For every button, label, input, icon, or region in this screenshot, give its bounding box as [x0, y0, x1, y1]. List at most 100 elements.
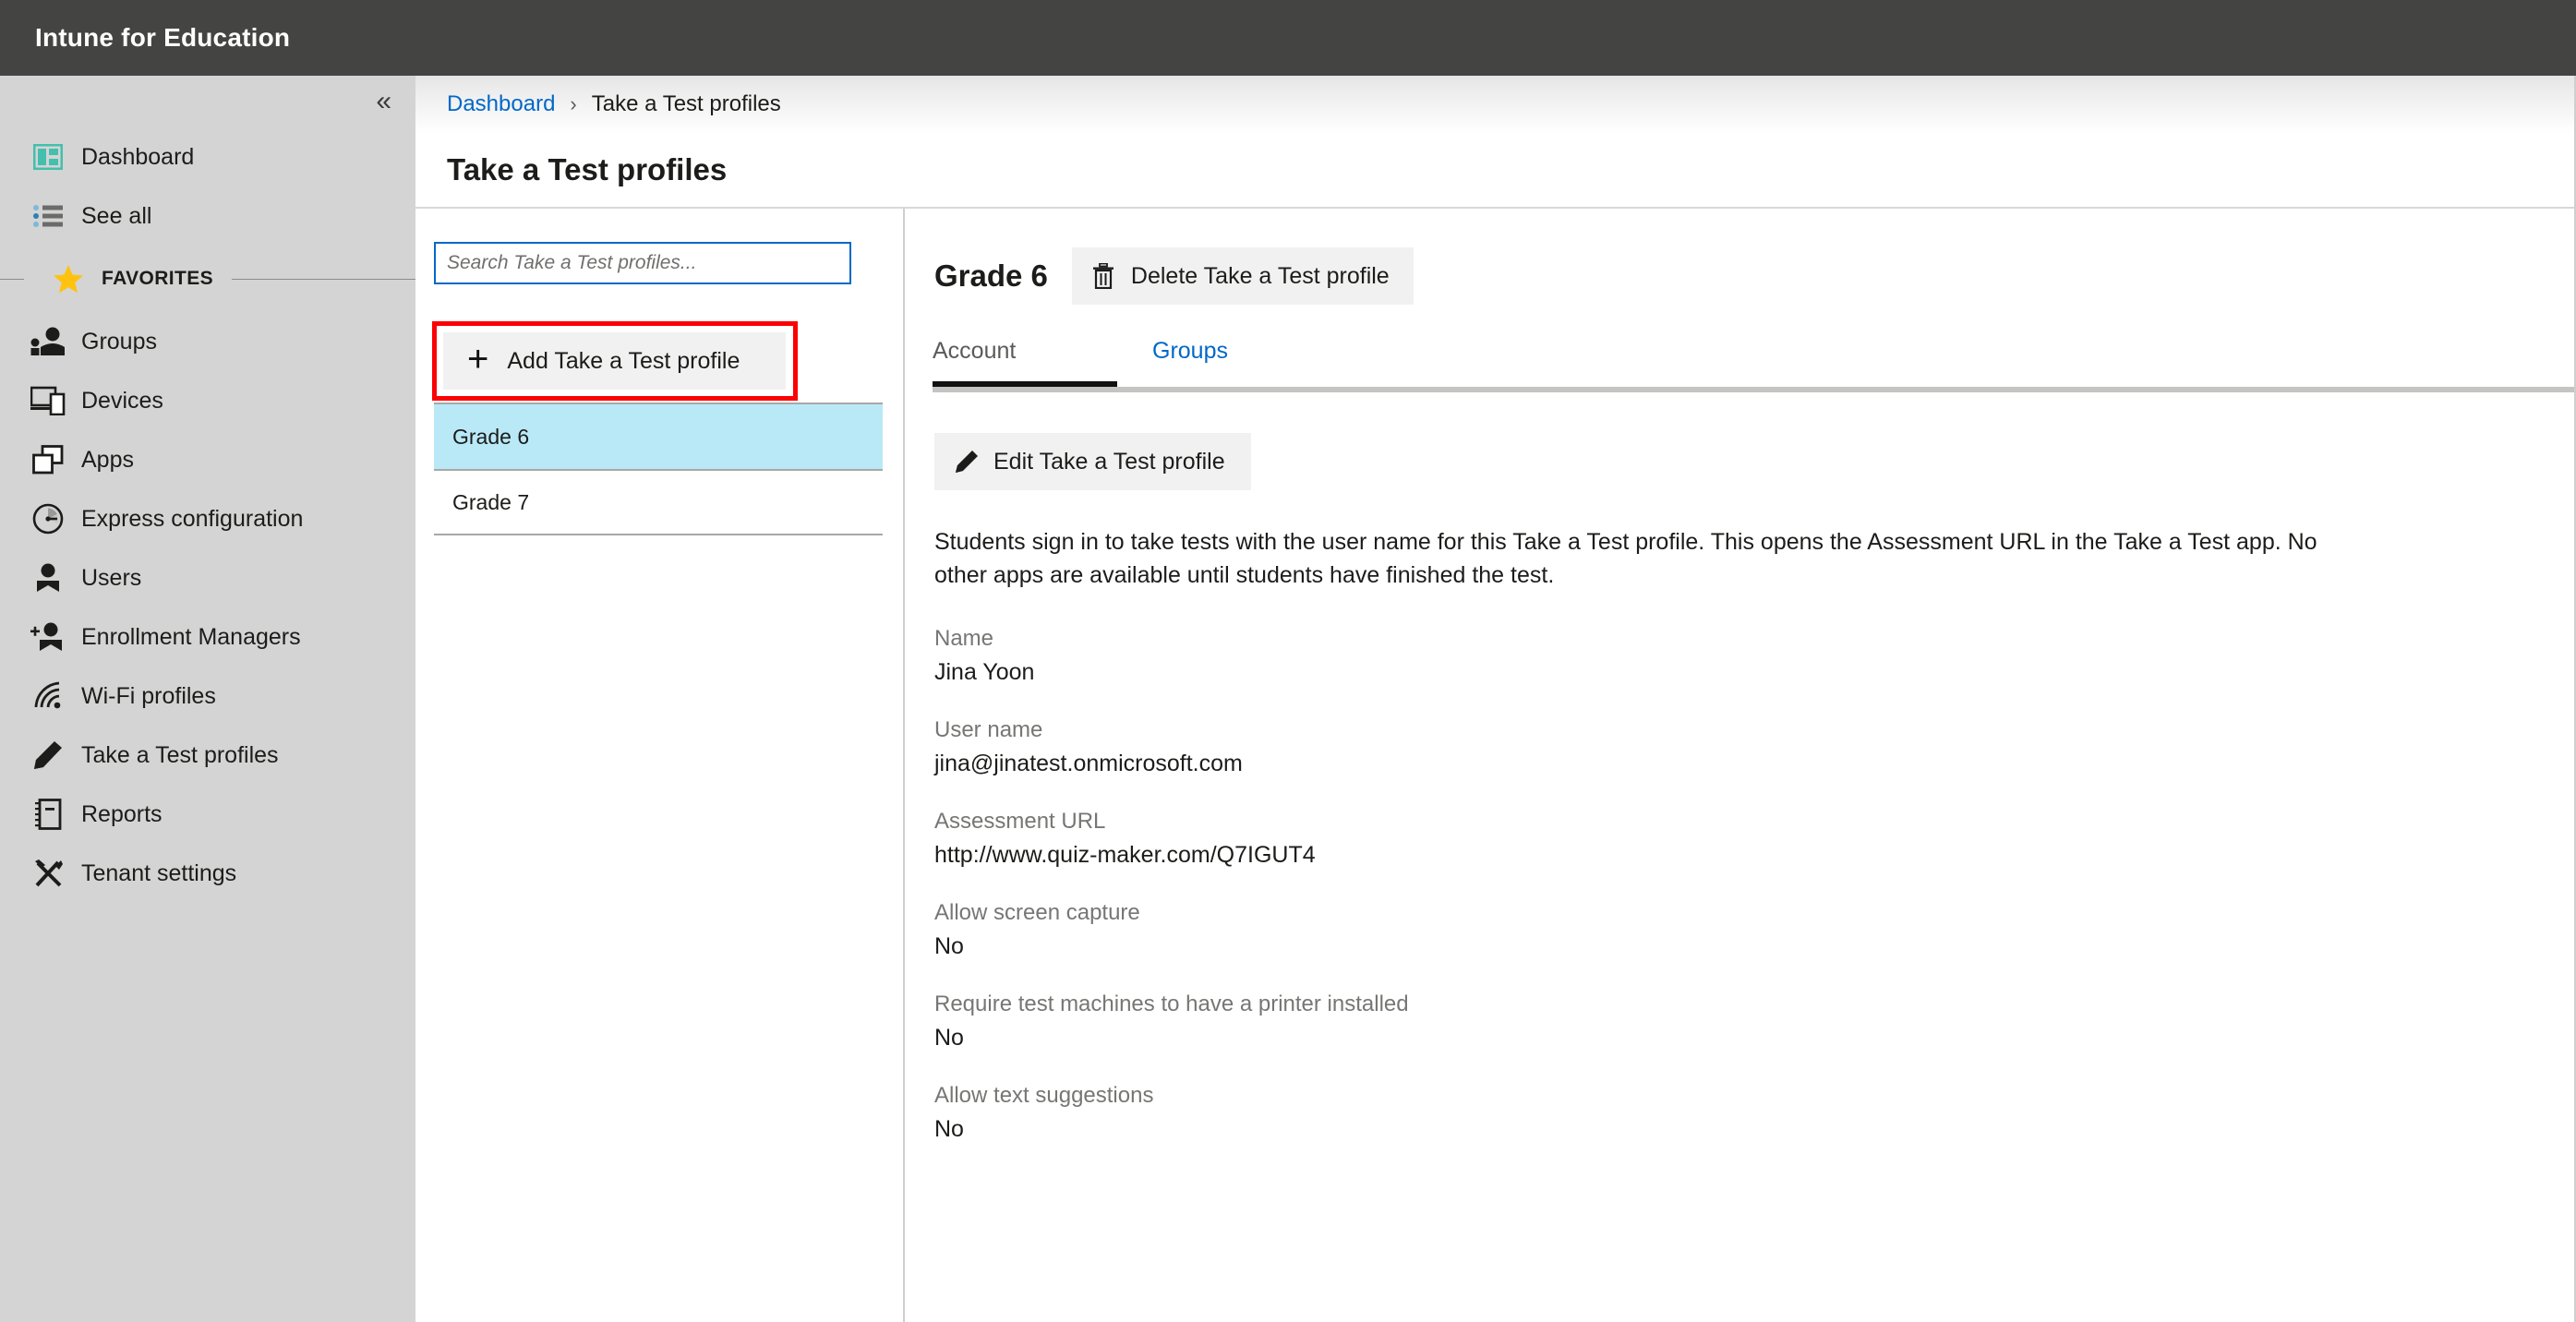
app-title: Intune for Education: [35, 23, 291, 52]
sidebar-item-groups[interactable]: Groups: [0, 312, 415, 371]
delete-button-label: Delete Take a Test profile: [1130, 262, 1390, 289]
detail-description: Students sign in to take tests with the …: [934, 529, 2317, 589]
detail-header: Grade 6 Delete Take a Test profile: [905, 209, 2574, 305]
list-item[interactable]: Grade 7: [434, 469, 883, 535]
user-icon: [28, 559, 68, 596]
profiles-list-pane: + Add Take a Test profile Grade 6 Grade …: [415, 209, 905, 1322]
sidebar-item-wifi-profiles[interactable]: Wi-Fi profiles: [0, 667, 415, 726]
sidebar-item-label: Express configuration: [81, 505, 304, 532]
list-icon: [28, 198, 68, 234]
field-value: No: [934, 1115, 964, 1142]
field-name: Name Jina Yoon: [934, 626, 2574, 686]
sidebar: « Dashboard See all FAVORITES Groups Dev…: [0, 76, 415, 1322]
list-item[interactable]: Grade 6: [434, 403, 883, 469]
app-shell: « Dashboard See all FAVORITES Groups Dev…: [0, 76, 2576, 1322]
apps-icon: [28, 441, 68, 478]
groups-icon: [28, 323, 68, 360]
detail-title: Grade 6: [934, 258, 1048, 293]
sidebar-item-label: Apps: [81, 446, 134, 473]
field-value: No: [934, 932, 964, 959]
add-button-label: Add Take a Test profile: [507, 347, 740, 374]
detail-fields: Name Jina Yoon User name jina@jinatest.o…: [934, 626, 2574, 1143]
sidebar-item-label: Groups: [81, 328, 157, 355]
detail-tabs: Account Groups: [933, 338, 2574, 387]
profile-detail-pane: Grade 6 Delete Take a Test profile Accou…: [905, 209, 2574, 1322]
pencil-icon: [28, 737, 68, 774]
sidebar-item-label: Dashboard: [81, 143, 195, 170]
field-allow-text-suggestions: Allow text suggestions No: [934, 1083, 2574, 1143]
sidebar-item-label: Tenant settings: [81, 859, 237, 886]
breadcrumb-current: Take a Test profiles: [591, 91, 781, 116]
field-label: User name: [934, 716, 1043, 742]
field-value: No: [934, 1024, 964, 1051]
field-allow-screen-capture: Allow screen capture No: [934, 900, 2574, 960]
breadcrumb: Dashboard › Take a Test profiles: [415, 76, 2574, 133]
field-label: Assessment URL: [934, 808, 1106, 834]
tab-label: Account: [933, 338, 1017, 364]
report-icon: [28, 796, 68, 833]
edit-button-label: Edit Take a Test profile: [993, 448, 1225, 475]
sidebar-item-label: Enrollment Managers: [81, 623, 301, 650]
tools-icon: [28, 855, 68, 892]
profile-name: Grade 7: [452, 489, 530, 514]
field-assessment-url: Assessment URL http://www.quiz-maker.com…: [934, 809, 2574, 869]
main-content: Dashboard › Take a Test profiles Take a …: [415, 76, 2576, 1322]
add-profile-highlight: + Add Take a Test profile: [432, 321, 798, 401]
breadcrumb-link-dashboard[interactable]: Dashboard: [447, 91, 555, 117]
sidebar-item-express-configuration[interactable]: Express configuration: [0, 489, 415, 548]
field-value: http://www.quiz-maker.com/Q7IGUT4: [934, 841, 1316, 868]
field-user-name: User name jina@jinatest.onmicrosoft.com: [934, 717, 2574, 777]
profile-name: Grade 6: [452, 424, 530, 449]
detail-body: Edit Take a Test profile Students sign i…: [905, 392, 2574, 1174]
sidebar-item-tenant-settings[interactable]: Tenant settings: [0, 844, 415, 903]
field-label: Allow text suggestions: [934, 1082, 1154, 1108]
tab-account[interactable]: Account: [933, 338, 1117, 387]
sidebar-item-label: Take a Test profiles: [81, 741, 279, 768]
sidebar-item-label: Devices: [81, 387, 163, 414]
field-label: Require test machines to have a printer …: [934, 991, 1409, 1016]
dashboard-icon: [28, 138, 68, 175]
chevron-double-left-icon[interactable]: «: [376, 88, 391, 115]
sidebar-item-dashboard[interactable]: Dashboard: [0, 127, 415, 186]
sidebar-item-users[interactable]: Users: [0, 548, 415, 607]
tab-label: Groups: [1152, 338, 1228, 364]
sidebar-item-label: Wi-Fi profiles: [81, 682, 216, 709]
add-take-a-test-profile-button[interactable]: + Add Take a Test profile: [443, 332, 786, 390]
wifi-icon: [28, 678, 68, 715]
profiles-list: Grade 6 Grade 7: [434, 403, 883, 535]
breadcrumb-separator-icon: ›: [570, 92, 577, 115]
field-require-printer: Require test machines to have a printer …: [934, 992, 2574, 1052]
sidebar-item-devices[interactable]: Devices: [0, 371, 415, 430]
field-value: jina@jinatest.onmicrosoft.com: [934, 750, 1243, 776]
search-box[interactable]: [434, 242, 851, 284]
page-title: Take a Test profiles: [447, 152, 728, 186]
sidebar-item-apps[interactable]: Apps: [0, 430, 415, 489]
devices-icon: [28, 382, 68, 419]
sidebar-item-take-a-test-profiles[interactable]: Take a Test profiles: [0, 726, 415, 785]
star-icon: [48, 264, 89, 294]
page-title-bar: Take a Test profiles: [415, 133, 2574, 209]
sidebar-item-label: Users: [81, 564, 142, 591]
app-header: Intune for Education: [0, 0, 2576, 76]
sidebar-item-reports[interactable]: Reports: [0, 785, 415, 844]
field-value: Jina Yoon: [934, 658, 1035, 685]
search-input[interactable]: [447, 252, 838, 274]
edit-take-a-test-profile-button[interactable]: Edit Take a Test profile: [934, 433, 1251, 490]
gauge-icon: [28, 500, 68, 537]
field-label: Name: [934, 625, 994, 651]
sidebar-item-label: See all: [81, 202, 152, 229]
sidebar-item-see-all[interactable]: See all: [0, 186, 415, 246]
plus-icon: +: [467, 339, 489, 379]
sidebar-collapse-row: «: [0, 76, 415, 127]
divider-line-right: [232, 278, 415, 280]
favorites-divider: FAVORITES: [0, 251, 415, 306]
sidebar-item-enrollment-managers[interactable]: Enrollment Managers: [0, 607, 415, 667]
divider-line-left: [0, 278, 24, 280]
delete-take-a-test-profile-button[interactable]: Delete Take a Test profile: [1071, 247, 1414, 305]
trash-icon: [1092, 263, 1114, 289]
sidebar-item-label: Reports: [81, 800, 163, 827]
tab-groups[interactable]: Groups: [1152, 338, 1337, 387]
panes: + Add Take a Test profile Grade 6 Grade …: [415, 209, 2574, 1322]
field-label: Allow screen capture: [934, 899, 1140, 925]
favorites-label: FAVORITES: [102, 268, 214, 289]
